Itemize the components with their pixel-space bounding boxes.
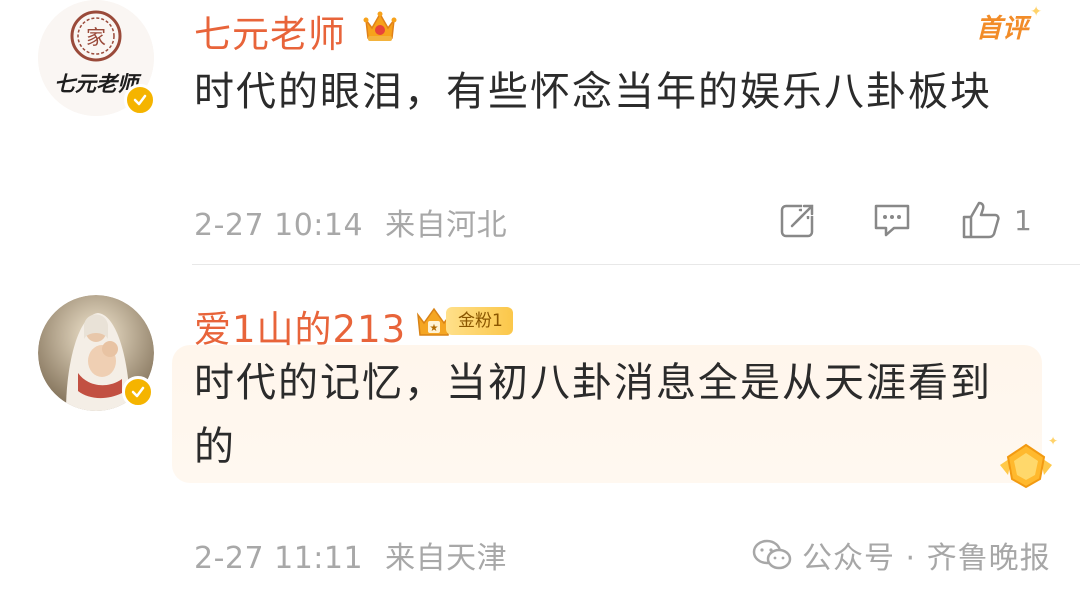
verified-icon — [124, 84, 156, 116]
comment-actions: 1 — [776, 198, 1040, 242]
username[interactable]: 爱1山的213 — [194, 299, 406, 353]
username[interactable]: 七元老师 — [194, 4, 346, 58]
repost-icon — [780, 202, 816, 238]
svg-text:★: ★ — [430, 323, 439, 334]
comment-item: 爱1山的213 ★ 金粉1 时代的记忆，当初八卦消息全是从天涯看到的 ✦ 2-2… — [0, 265, 1080, 595]
watermark-text: 公众号 · 齐鲁晚报 — [802, 541, 1051, 576]
comment-text: 时代的眼泪，有些怀念当年的娱乐八卦板块 — [194, 69, 992, 115]
crown-icon — [360, 6, 400, 50]
svg-text:✦: ✦ — [1048, 435, 1058, 448]
fan-level: 金粉1 — [446, 307, 513, 335]
comment-location: 来自河北 — [385, 208, 508, 243]
like-icon — [962, 201, 1000, 239]
sparkle-icon: ✦ — [1030, 4, 1042, 20]
comment-item: 家 七元老师 七元老师 首评 ✦ 时代的眼泪，有些怀念当年的娱乐八卦板块 2-2… — [0, 0, 1080, 262]
comment-time: 2-27 10:14 — [194, 208, 364, 243]
comment-location: 来自天津 — [385, 541, 508, 576]
fan-badge: ★ 金粉1 — [414, 303, 513, 339]
wechat-icon — [752, 539, 792, 570]
comment-meta: 2-27 11:11 来自天津 — [194, 533, 507, 577]
repost-button[interactable] — [776, 198, 820, 242]
verified-icon — [122, 376, 154, 408]
comment-meta: 2-27 10:14 来自河北 — [194, 200, 507, 244]
comment-text: 时代的记忆，当初八卦消息全是从天涯看到的 — [194, 360, 992, 470]
comment-icon — [874, 204, 910, 237]
comment-time: 2-27 11:11 — [194, 541, 364, 576]
medal-icon: ✦ — [994, 434, 1058, 503]
comment-button[interactable] — [870, 198, 914, 242]
like-count: 1 — [1014, 203, 1032, 237]
first-comment-tag: 首评 — [975, 14, 1028, 44]
svg-text:家: 家 — [86, 25, 106, 49]
like-button[interactable]: 1 — [960, 198, 1040, 242]
watermark: 公众号 · 齐鲁晚报 — [752, 533, 1051, 577]
